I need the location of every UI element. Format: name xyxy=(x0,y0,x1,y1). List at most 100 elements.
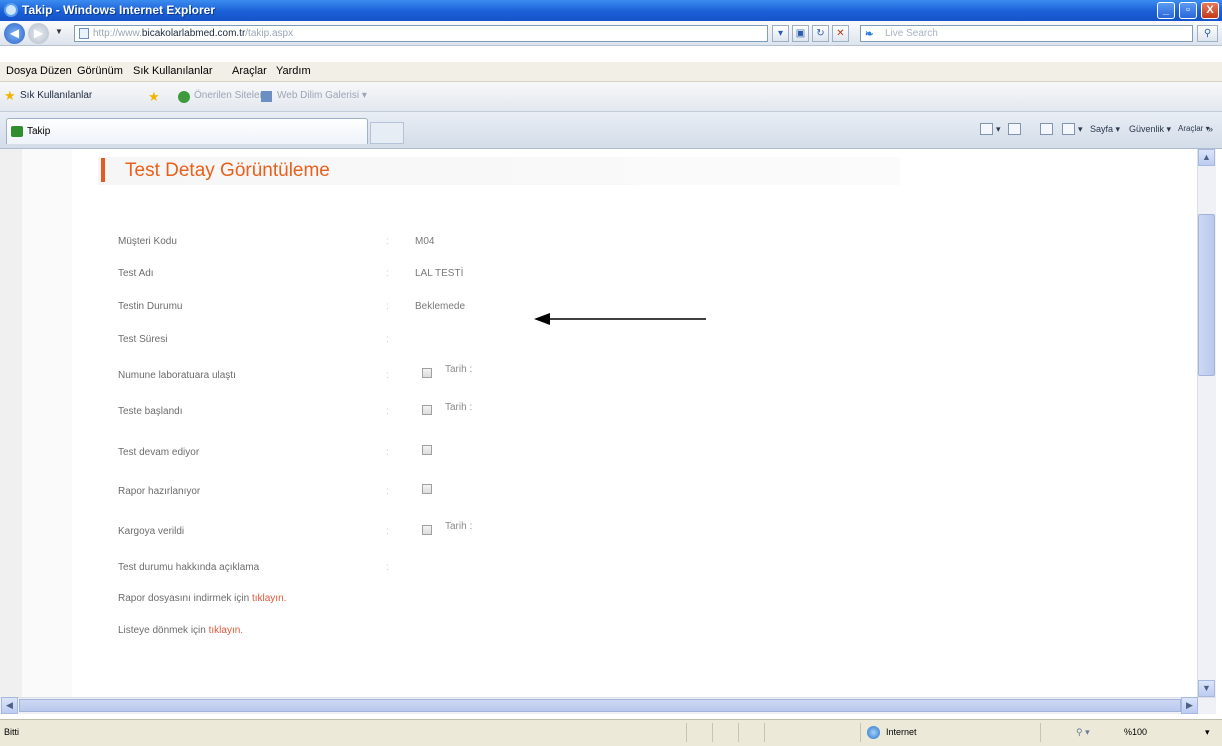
stage-started-checkbox[interactable] xyxy=(422,405,432,415)
page-menu[interactable]: Sayfa ▾ xyxy=(1090,124,1120,135)
back-to-list-row: Listeye dönmek için tıklayın. xyxy=(118,625,243,636)
scroll-right-icon[interactable]: ▶ xyxy=(1181,697,1198,714)
status-divider xyxy=(860,723,861,742)
field-separator: : xyxy=(386,236,389,247)
internet-zone-icon xyxy=(867,726,880,739)
test-name-label: Test Adı xyxy=(118,268,154,279)
stage-ongoing-checkbox[interactable] xyxy=(422,445,432,455)
back-button[interactable]: ◀ xyxy=(4,23,25,44)
tools-menu[interactable]: Araçlar ▾ xyxy=(1178,124,1210,133)
favorites-button[interactable]: Sık Kullanılanlar xyxy=(20,90,92,101)
search-input[interactable]: ❧ Live Search xyxy=(860,25,1193,42)
address-toolbar: ◀ ▶ ▼ http://www.bicakolarlabmed.com.tr/… xyxy=(0,21,1222,46)
suggested-sites-link[interactable]: Önerilen Siteler ▾ xyxy=(194,90,271,101)
page-icon xyxy=(79,28,89,39)
maximize-button[interactable]: ▫ xyxy=(1179,2,1197,19)
read-mail-icon[interactable] xyxy=(1040,123,1053,135)
tab-bar: Takip ▾ ▾ Sayfa ▾ Güvenlik ▾ Araçlar ▾ » xyxy=(0,112,1222,149)
horizontal-scroll-thumb[interactable] xyxy=(19,699,1181,712)
url-prefix: http://www. xyxy=(93,28,142,39)
scroll-down-icon[interactable]: ▼ xyxy=(1198,680,1215,697)
security-zone: Internet xyxy=(886,727,917,737)
web-slice-gallery-link[interactable]: Web Dilim Galerisi ▾ xyxy=(277,90,367,101)
title-bar: Takip - Windows Internet Explorer _ ▫ X xyxy=(0,0,1222,21)
favorites-bar: ★ Sık Kullanılanlar ★ Önerilen Siteler ▾… xyxy=(0,82,1222,112)
status-divider xyxy=(712,723,713,742)
field-separator: : xyxy=(386,526,389,537)
field-separator: : xyxy=(386,370,389,381)
tab-page-icon xyxy=(11,126,23,137)
favorites-star-icon[interactable]: ★ xyxy=(4,88,16,104)
more-commands[interactable]: » xyxy=(1208,124,1213,134)
annotation-arrow-icon xyxy=(534,313,706,325)
menu-tools[interactable]: Araçlar xyxy=(232,65,267,77)
field-separator: : xyxy=(386,447,389,458)
customer-code-value: M04 xyxy=(415,236,435,247)
minimize-button[interactable]: _ xyxy=(1157,2,1175,19)
test-status-label: Testin Durumu xyxy=(118,301,183,312)
status-divider xyxy=(764,723,765,742)
tab-takip[interactable]: Takip xyxy=(6,118,368,144)
menu-favorites[interactable]: Sık Kullanılanlar xyxy=(133,65,213,77)
stage-started-label: Teste başlandı xyxy=(118,406,183,417)
stop-icon[interactable]: ✕ xyxy=(832,25,849,42)
test-status-value: Beklemede xyxy=(415,301,466,312)
status-bar: Bitti Internet ⚲ ▾ %100 ▾ xyxy=(0,719,1222,746)
vertical-scroll-thumb[interactable] xyxy=(1198,214,1215,376)
stage-report-checkbox[interactable] xyxy=(422,484,432,494)
safety-menu[interactable]: Güvenlik ▾ xyxy=(1129,124,1171,135)
close-button[interactable]: X xyxy=(1201,2,1219,19)
search-icon[interactable]: ⚲ xyxy=(1197,25,1218,42)
refresh-icon[interactable]: ↻ xyxy=(812,25,829,42)
page-content xyxy=(0,149,1197,697)
compatibility-icon[interactable]: ▣ xyxy=(792,25,809,42)
zoom-dropdown-icon[interactable]: ▾ xyxy=(1205,727,1210,738)
print-icon[interactable] xyxy=(1062,123,1075,135)
scroll-left-icon[interactable]: ◀ xyxy=(1,697,18,714)
field-separator: : xyxy=(386,334,389,345)
new-tab-button[interactable] xyxy=(370,122,404,144)
field-separator: : xyxy=(386,301,389,312)
address-input[interactable]: http://www.bicakolarlabmed.com.tr/takip.… xyxy=(74,25,768,42)
page-title: Test Detay Görüntüleme xyxy=(125,160,330,181)
stage-report-label: Rapor hazırlanıyor xyxy=(118,486,201,497)
customer-code-label: Müşteri Kodu xyxy=(118,236,177,247)
web-slice-icon xyxy=(261,91,272,102)
forward-button[interactable]: ▶ xyxy=(28,23,49,44)
address-dropdown-icon[interactable]: ▾ xyxy=(772,25,789,42)
home-dropdown-icon[interactable]: ▾ xyxy=(996,124,1001,135)
scroll-up-icon[interactable]: ▲ xyxy=(1198,149,1215,166)
download-report-row: Rapor dosyasını indirmek için tıklayın. xyxy=(118,593,286,604)
stage-received-checkbox[interactable] xyxy=(422,368,432,378)
menu-edit[interactable]: Düzen xyxy=(40,65,72,77)
home-icon[interactable] xyxy=(980,123,993,135)
download-report-link[interactable]: tıklayın. xyxy=(252,593,286,604)
menu-help[interactable]: Yardım xyxy=(276,65,311,77)
protected-mode-icon[interactable]: ⚲ ▾ xyxy=(1076,727,1090,738)
field-separator: : xyxy=(386,562,389,573)
feeds-icon[interactable] xyxy=(1008,123,1021,135)
test-name-value: LAL TESTİ xyxy=(415,268,464,279)
test-duration-label: Test Süresi xyxy=(118,334,168,345)
heading-accent-bar xyxy=(101,158,105,182)
stage-shipped-label: Kargoya verildi xyxy=(118,526,185,537)
url-path: /takip.aspx xyxy=(245,28,294,39)
stage-shipped-checkbox[interactable] xyxy=(422,525,432,535)
left-gutter xyxy=(0,149,22,697)
url-domain: bicakolarlabmed.com.tr xyxy=(141,28,246,39)
history-dropdown-icon[interactable]: ▼ xyxy=(55,27,63,36)
stage-shipped-date-label: Tarih : xyxy=(445,521,473,532)
print-dropdown-icon[interactable]: ▾ xyxy=(1078,124,1083,135)
menu-view[interactable]: Görünüm xyxy=(77,65,123,77)
menu-file[interactable]: Dosya xyxy=(6,65,37,77)
field-separator: : xyxy=(386,486,389,497)
menu-bar: Dosya Düzen Görünüm Sık Kullanılanlar Ar… xyxy=(0,62,1222,82)
back-to-list-link[interactable]: tıklayın. xyxy=(209,625,243,636)
back-to-list-text: Listeye dönmek için xyxy=(118,625,206,636)
left-margin xyxy=(22,149,72,697)
add-favorite-icon[interactable]: ★ xyxy=(148,89,160,105)
stage-received-date-label: Tarih : xyxy=(445,364,473,375)
status-text: Bitti xyxy=(4,727,20,737)
zoom-level[interactable]: %100 xyxy=(1124,727,1147,737)
tab-label: Takip xyxy=(27,126,51,137)
